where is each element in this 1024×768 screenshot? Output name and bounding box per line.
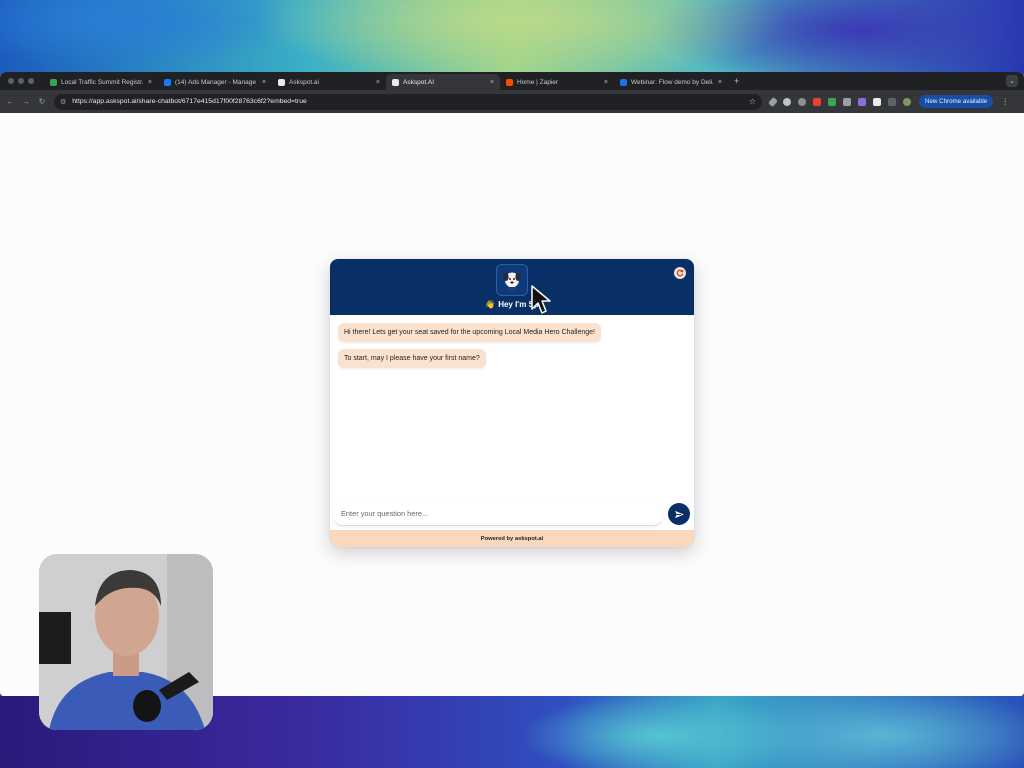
waving-hand-icon: 👋	[485, 300, 496, 309]
chatbot-widget: 👋 Hey I'm Sp Hi there! Lets get your sea…	[330, 259, 694, 547]
question-input[interactable]	[333, 502, 663, 526]
send-button[interactable]	[668, 503, 690, 525]
tab-favicon-icon	[278, 78, 285, 86]
browser-tab[interactable]: Webinar: Flow demo by Deli... ×	[614, 74, 728, 90]
tab-title: (14) Ads Manager - Manage a...	[175, 78, 258, 86]
tab-title: Home | Zapier	[517, 78, 559, 86]
close-window-button[interactable]	[8, 78, 14, 84]
extension-icon[interactable]	[813, 97, 821, 106]
url-text[interactable]: https://app.askspot.ai/share-chatbot/671…	[72, 98, 743, 105]
back-icon[interactable]: ←	[6, 97, 14, 106]
profile-avatar[interactable]	[903, 97, 911, 106]
message-list: Hi there! Lets get your seat saved for t…	[330, 315, 694, 501]
extensions-bar	[768, 96, 911, 107]
tab-favicon-icon	[164, 78, 171, 86]
bot-message: Hi there! Lets get your seat saved for t…	[338, 323, 601, 342]
presenter-video	[39, 554, 213, 730]
forward-icon[interactable]: →	[22, 97, 30, 106]
powered-by-footer[interactable]: Powered by askspot.ai	[330, 530, 694, 547]
reload-icon[interactable]: ↻	[38, 97, 46, 106]
dog-mascot-icon	[503, 272, 521, 291]
window-controls	[8, 78, 34, 84]
tab-title: Askspot.ai	[289, 78, 319, 86]
bot-message: To start, may I please have your first n…	[338, 349, 486, 368]
webcam-overlay	[39, 554, 213, 730]
tab-favicon-icon	[620, 78, 627, 86]
new-tab-button[interactable]: +	[734, 76, 739, 86]
site-info-icon[interactable]: ⚙	[60, 98, 66, 106]
browser-toolbar: ← → ↻ ⚙ https://app.askspot.ai/share-cha…	[0, 90, 1024, 113]
send-icon	[674, 510, 684, 518]
maximize-window-button[interactable]	[28, 78, 34, 84]
bookmark-star-icon[interactable]: ☆	[749, 97, 756, 106]
mouse-pointer-icon	[531, 285, 551, 314]
browser-tab[interactable]: Home | Zapier ×	[500, 74, 614, 90]
address-bar[interactable]: ⚙ https://app.askspot.ai/share-chatbot/6…	[54, 93, 762, 110]
extension-icon[interactable]	[783, 97, 791, 106]
close-tab-icon[interactable]: ×	[148, 79, 152, 86]
tab-title: Webinar: Flow demo by Deli...	[631, 78, 714, 86]
close-tab-icon[interactable]: ×	[718, 79, 722, 86]
close-tab-icon[interactable]: ×	[262, 79, 266, 86]
tab-favicon-icon	[392, 78, 399, 86]
tab-favicon-icon	[50, 78, 57, 86]
refresh-chat-button[interactable]	[674, 267, 686, 279]
extension-icon[interactable]	[858, 97, 866, 106]
extension-icon[interactable]	[798, 97, 806, 106]
tab-title: Askspot.AI	[403, 78, 435, 86]
minimize-window-button[interactable]	[18, 78, 24, 84]
tab-search-button[interactable]: ⌄	[1006, 75, 1018, 87]
tab-favicon-icon	[506, 78, 513, 86]
desktop-wallpaper-top	[0, 0, 1024, 74]
puzzle-extension-icon[interactable]	[888, 97, 896, 106]
browser-tab[interactable]: Askspot.ai ×	[272, 74, 386, 90]
close-tab-icon[interactable]: ×	[604, 79, 608, 86]
close-tab-icon[interactable]: ×	[490, 79, 494, 86]
extension-icon[interactable]	[843, 97, 851, 106]
browser-tab[interactable]: (14) Ads Manager - Manage a... ×	[158, 74, 272, 90]
extension-icon[interactable]	[828, 97, 836, 106]
pencil-extension-icon[interactable]	[768, 96, 778, 107]
chrome-update-button[interactable]: New Chrome available	[919, 95, 994, 108]
browser-menu-icon[interactable]: ⋮	[1001, 97, 1009, 106]
browser-tab[interactable]: Local Traffic Summit Registr... ×	[44, 74, 158, 90]
chatbot-header: 👋 Hey I'm Sp	[330, 259, 694, 315]
close-tab-icon[interactable]: ×	[376, 79, 380, 86]
browser-tab[interactable]: Askspot.AI ×	[386, 74, 500, 90]
tab-strip: Local Traffic Summit Registr... × (14) Ads…	[0, 72, 1024, 90]
bot-avatar	[496, 264, 528, 296]
tab-title: Local Traffic Summit Registr...	[61, 78, 144, 86]
composer	[330, 501, 694, 527]
refresh-icon	[676, 269, 684, 277]
extension-icon[interactable]	[873, 97, 881, 106]
